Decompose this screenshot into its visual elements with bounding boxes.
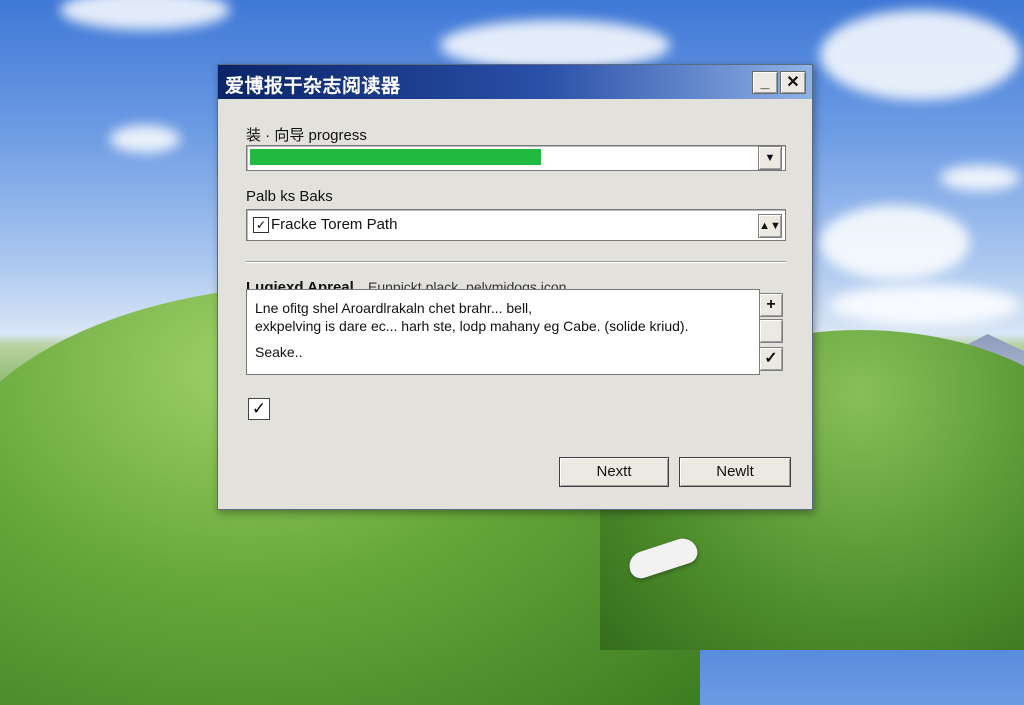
agreement-line: Lne ofitg shel Aroardlrakaln chet brahr.…	[255, 300, 533, 316]
close-button[interactable]: ✕	[780, 71, 806, 94]
progress-label: 装 · 向导 progress	[246, 127, 367, 144]
agreement-line: Seake..	[255, 344, 303, 360]
next2-button[interactable]: Newlt	[679, 457, 791, 487]
progress-bar	[246, 145, 786, 171]
separator	[246, 261, 786, 263]
agreement-text-area[interactable]: Lne ofitg shel Aroardlrakaln chet brahr.…	[246, 289, 760, 375]
progress-fill	[250, 149, 541, 165]
add-button[interactable]: +	[759, 293, 783, 317]
path-field[interactable]: ✓ Fracke Torem Path	[246, 209, 786, 241]
scroll-button[interactable]	[759, 319, 783, 343]
path-value: Fracke Torem Path	[271, 216, 398, 233]
confirm-check-button[interactable]: ✓	[759, 347, 783, 371]
next-button[interactable]: Nextt	[559, 457, 669, 487]
progress-dropdown-button[interactable]: ▼	[758, 146, 782, 170]
window-title: 爱博报干杂志阅读器	[225, 76, 401, 97]
wizard-window: 爱博报干杂志阅读器 _ ✕ 装 · 向导 progress ▼ Palb ks …	[217, 64, 813, 510]
agreement-line: exkpelving is dare ec... harh ste, lodp …	[255, 318, 689, 334]
minimize-button[interactable]: _	[752, 71, 778, 94]
path-spin-button[interactable]: ▲▼	[758, 214, 782, 238]
accept-checkbox[interactable]: ✓	[248, 398, 270, 420]
checkmark-icon: ✓	[253, 217, 269, 233]
path-label: Palb ks Baks	[246, 188, 333, 205]
title-bar[interactable]: 爱博报干杂志阅读器 _ ✕	[218, 65, 812, 99]
